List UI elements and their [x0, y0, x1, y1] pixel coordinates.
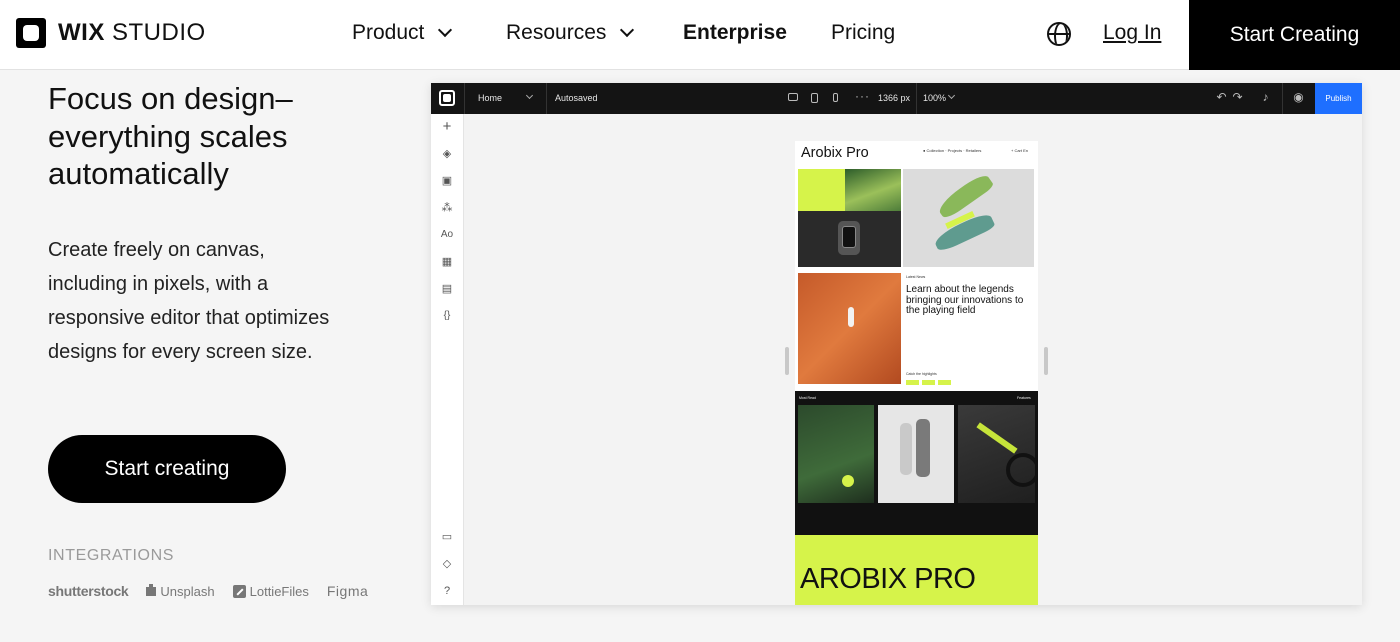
news-title: Learn about the legends bringing our inn… [906, 284, 1024, 316]
nav-enterprise[interactable]: Enterprise [683, 21, 787, 45]
editor-sidebar: + ◈ ▣ ⁂ Ao ▦ ▤ {} ▭ ◇ ? [431, 114, 464, 605]
resize-handle-left[interactable] [785, 347, 789, 375]
help-icon[interactable]: ? [440, 584, 454, 598]
globe-icon[interactable] [1047, 22, 1071, 46]
more-icon[interactable]: ··· [855, 89, 870, 103]
tag-pill[interactable] [906, 380, 919, 385]
code-icon[interactable]: {} [440, 309, 454, 323]
athlete-figure [900, 423, 912, 475]
editor-mockup: Home Autosaved ··· 1366 px 100% ↶ ↷ ♪ ◉ … [431, 83, 1362, 605]
integrations-label: INTEGRATIONS [48, 547, 175, 564]
preview-eye-icon[interactable]: ◉ [1292, 91, 1305, 104]
lottiefiles-logo: LottieFiles [232, 583, 309, 599]
most-read-section: Most Read Features [795, 391, 1038, 535]
tennis-ball [842, 475, 854, 487]
top-navigation: WIX STUDIO Product Resources Enterprise … [0, 0, 1400, 70]
chevron-down-icon [438, 22, 453, 38]
shutterstock-logo: shutterstock [48, 583, 129, 599]
canvas-width[interactable]: 1366 px [878, 93, 910, 103]
mobile-icon[interactable] [833, 93, 838, 102]
desktop-icon[interactable] [788, 93, 798, 101]
athletes-image [878, 405, 954, 503]
watch-face [842, 226, 856, 248]
nav-pricing[interactable]: Pricing [831, 21, 895, 45]
site-preview: Arobix Pro ● Collection · Projects · Ret… [795, 141, 1038, 605]
integration-logos: shutterstock Unsplash LottieFiles Figma [48, 583, 386, 599]
nav-resources-label: Resources [506, 21, 607, 44]
resize-handle-right[interactable] [1044, 347, 1048, 375]
wix-studio-logo[interactable]: WIX STUDIO [16, 17, 206, 49]
nav-resources[interactable]: Resources [506, 21, 635, 45]
zoom-level[interactable]: 100% [923, 93, 946, 103]
undo-icon[interactable]: ↶ [1215, 91, 1228, 104]
logo-wordmark: WIX STUDIO [58, 19, 206, 46]
chevron-down-icon [620, 22, 635, 38]
tag-pill[interactable] [922, 380, 935, 385]
tennis-court-image [798, 273, 901, 384]
unsplash-logo: Unsplash [146, 583, 215, 599]
section-label-right: Features [1017, 396, 1031, 400]
unsplash-label: Unsplash [160, 583, 215, 599]
hero-subtext: Create freely on canvas, including in pi… [48, 239, 330, 363]
site-title: Arobix Pro [801, 145, 869, 161]
components-icon[interactable]: ⁂ [440, 201, 454, 215]
bike-frame [976, 422, 1018, 454]
divider [464, 83, 465, 114]
product-tile-watch [798, 211, 901, 267]
site-nav: ● Collection · Projects · Retailers [923, 148, 982, 153]
divider [1282, 83, 1283, 114]
unsplash-icon [146, 583, 157, 596]
start-creating-button[interactable]: Start creating [48, 435, 286, 503]
page-selector[interactable]: Home [478, 93, 502, 103]
product-tile-lime [798, 169, 845, 211]
bell-icon[interactable]: ♪ [1259, 91, 1272, 104]
apps-icon[interactable]: ▦ [440, 255, 454, 269]
tennis-player [848, 307, 854, 327]
editor-logo-icon [439, 90, 455, 106]
hero-headline: Focus on design– everything scales autom… [48, 81, 293, 191]
divider [546, 83, 547, 114]
redo-icon[interactable]: ↷ [1231, 91, 1244, 104]
lottiefiles-icon [232, 584, 246, 598]
chevron-down-icon [947, 91, 956, 100]
product-tile-grass [845, 169, 901, 211]
tag-pill[interactable] [938, 380, 951, 385]
athlete-figure [916, 419, 930, 477]
comments-icon[interactable]: ▭ [440, 530, 454, 544]
bike-wheel [1006, 453, 1038, 487]
divider [916, 83, 917, 114]
site-nav-right: + Cart En [1011, 148, 1029, 153]
layers-icon[interactable]: ◈ [440, 147, 454, 161]
gear-image [798, 405, 874, 503]
lottiefiles-label: LottieFiles [249, 583, 309, 599]
nav-product[interactable]: Product [352, 21, 453, 45]
product-tile-shoes [903, 169, 1034, 267]
news-label: Latest News [906, 275, 926, 279]
autosave-status: Autosaved [555, 93, 598, 103]
section-label-left: Most Read [799, 396, 816, 400]
add-icon[interactable]: + [440, 119, 454, 134]
login-link[interactable]: Log In [1103, 21, 1161, 45]
start-creating-header-button[interactable]: Start Creating [1189, 0, 1400, 70]
figma-logo: Figma [326, 583, 369, 599]
nav-product-label: Product [352, 21, 425, 44]
brand-banner-title: AROBIX PRO [800, 563, 976, 595]
typography-icon[interactable]: Ao [440, 228, 454, 242]
tablet-icon[interactable] [811, 93, 818, 103]
chevron-down-icon [525, 91, 534, 100]
learn-icon[interactable]: ◇ [440, 557, 454, 571]
cms-table-icon[interactable]: ▤ [440, 282, 454, 296]
pages-icon[interactable]: ▣ [440, 174, 454, 188]
wix-studio-logo-icon [16, 18, 46, 48]
bike-image [958, 405, 1038, 503]
publish-button[interactable]: Publish [1315, 83, 1362, 114]
editor-top-bar: Home Autosaved ··· 1366 px 100% ↶ ↷ ♪ ◉ … [431, 83, 1362, 114]
news-cta-label: Catch the highlights [906, 372, 937, 376]
